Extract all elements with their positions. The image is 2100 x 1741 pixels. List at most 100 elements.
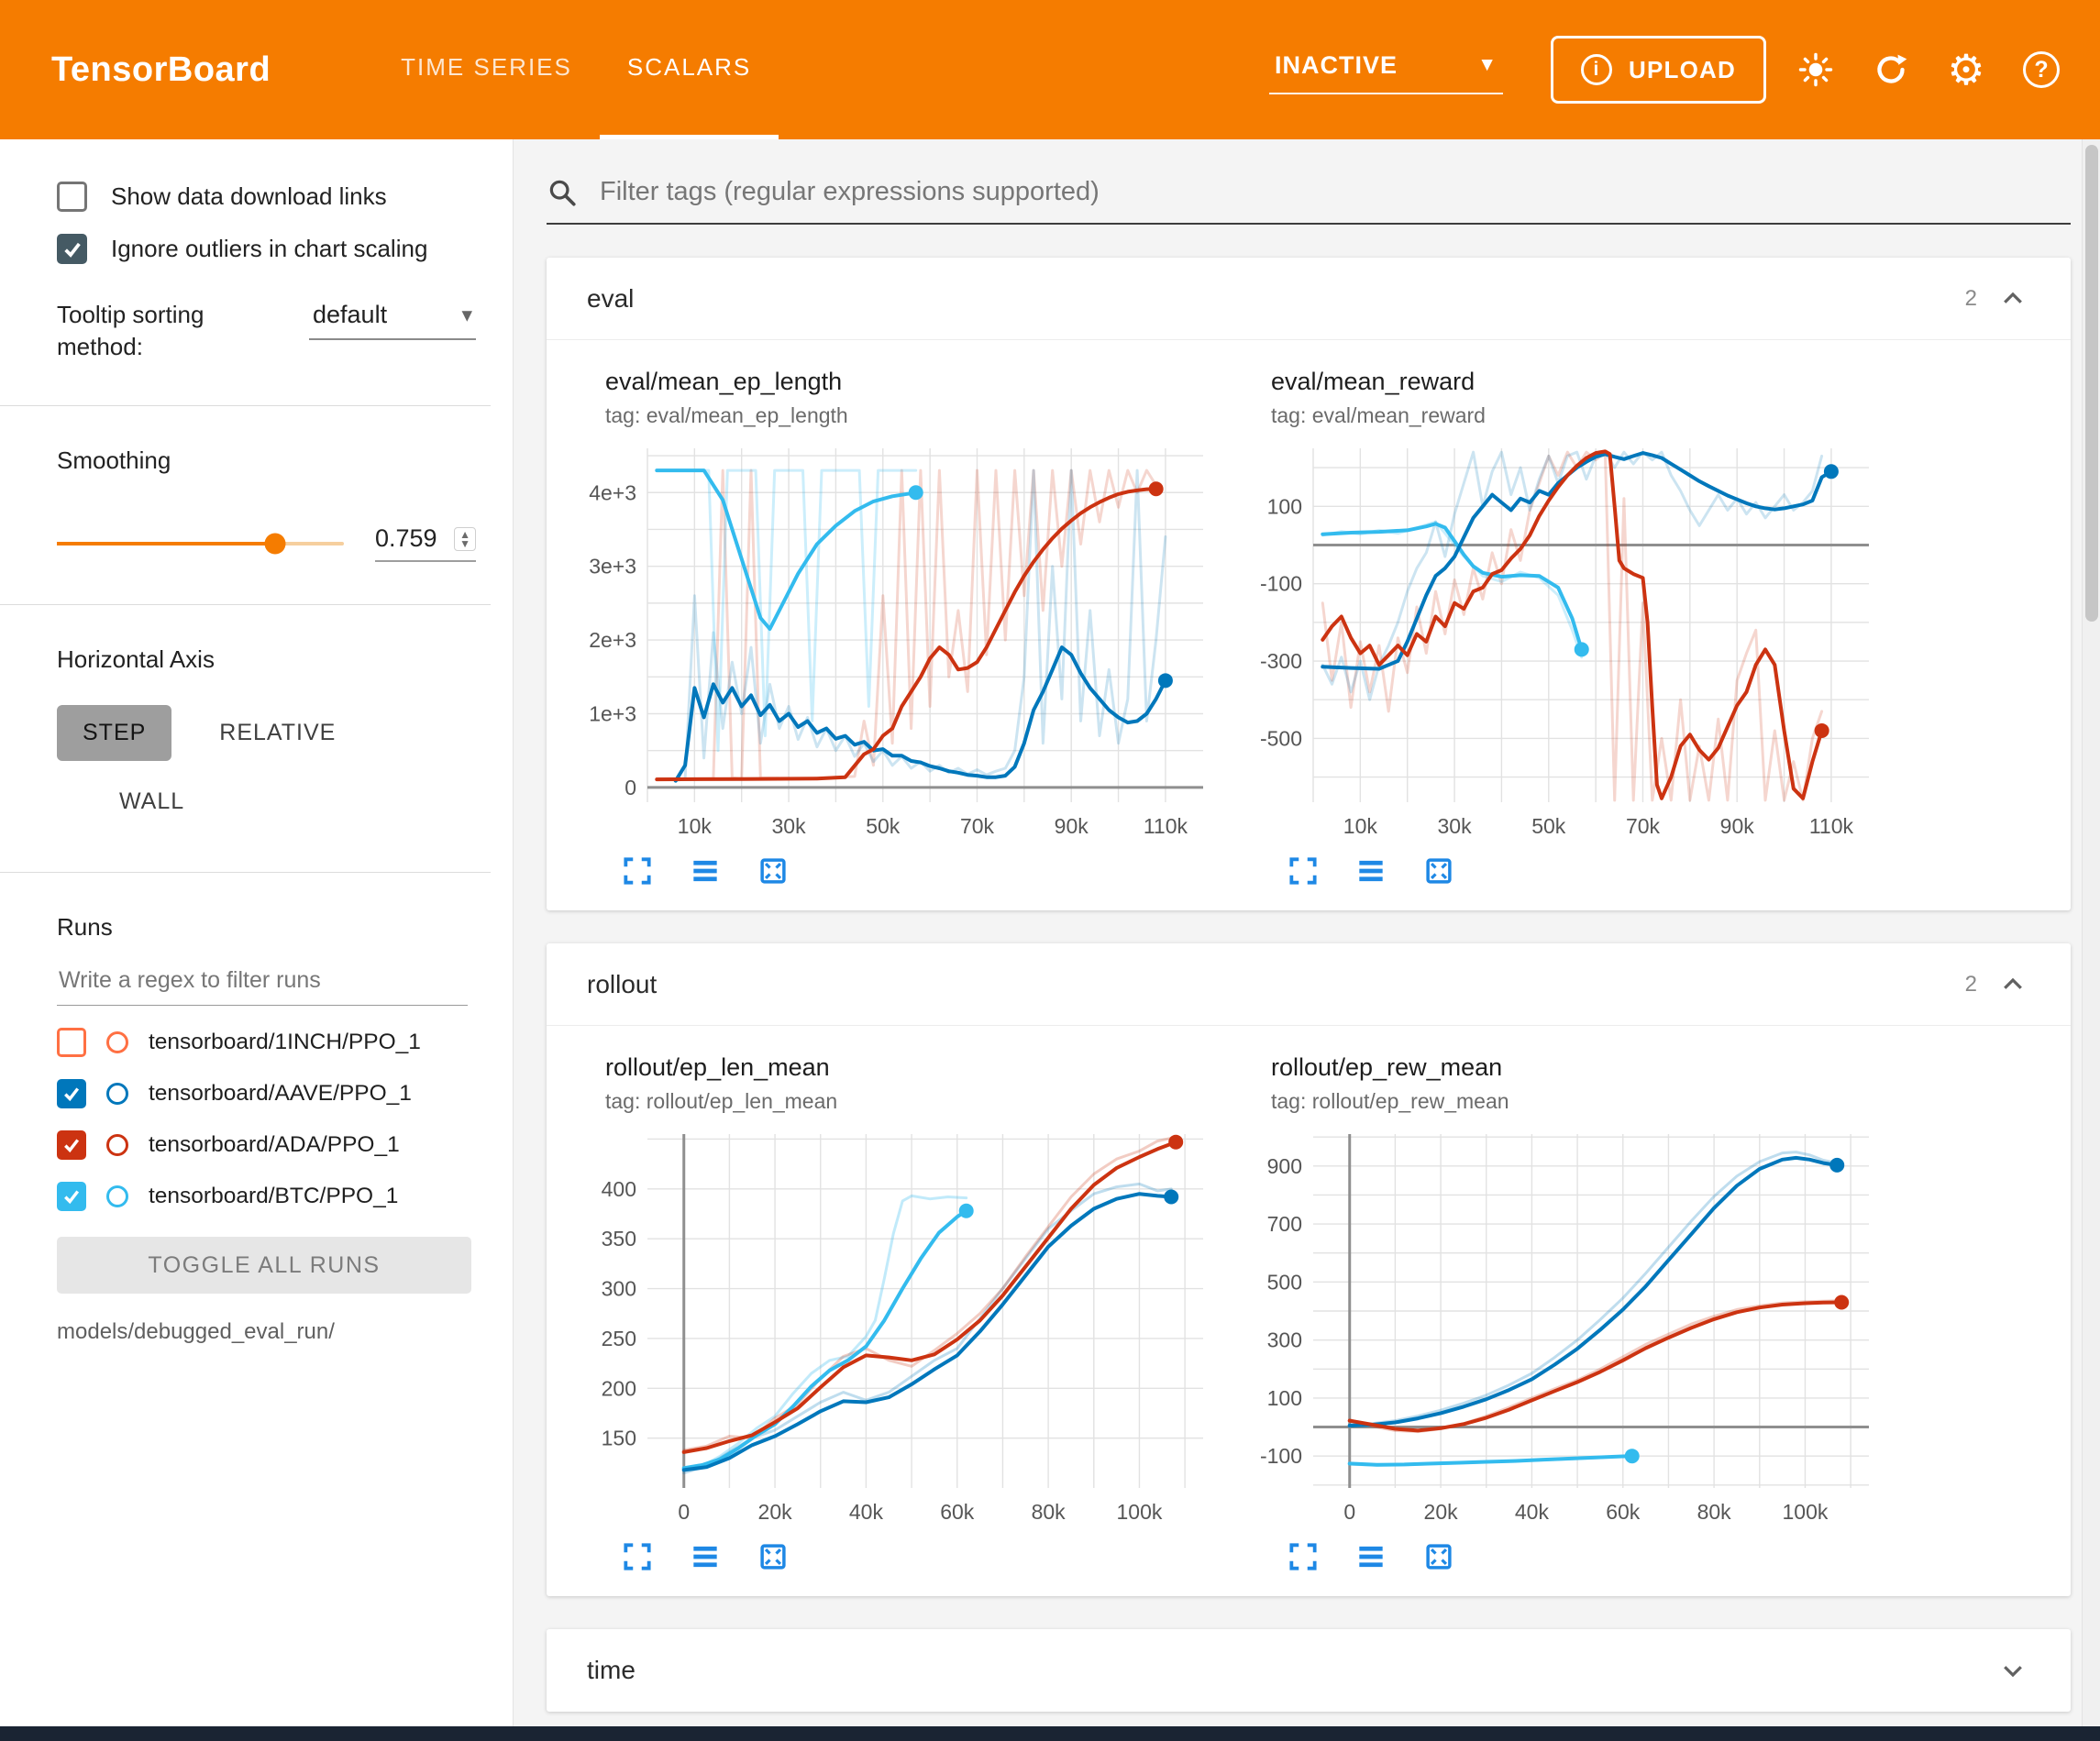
tab-scalars[interactable]: SCALARS: [600, 0, 779, 139]
svg-text:40k: 40k: [849, 1500, 884, 1524]
line-chart[interactable]: 10k30k50k70k90k110k100-100-300-500: [1232, 437, 1874, 852]
svg-text:-100: -100: [1260, 572, 1302, 596]
data-table-icon[interactable]: [688, 1539, 723, 1574]
run-checkbox-icon[interactable]: [57, 1028, 86, 1057]
svg-text:700: 700: [1267, 1212, 1302, 1236]
svg-text:70k: 70k: [1626, 814, 1661, 838]
checkbox-icon: [57, 234, 87, 264]
fit-domain-icon[interactable]: [1421, 854, 1456, 888]
svg-text:100: 100: [1267, 1386, 1302, 1410]
header-actions: INACTIVE ▼ i UPLOAD: [1269, 36, 2067, 104]
horizontal-axis-heading: Horizontal Axis: [57, 645, 476, 674]
help-icon[interactable]: ?: [2016, 44, 2067, 95]
fit-domain-icon[interactable]: [1421, 1539, 1456, 1574]
divider: [0, 872, 491, 873]
svg-text:30k: 30k: [1438, 814, 1473, 838]
svg-text:150: 150: [602, 1427, 636, 1450]
vertical-scrollbar[interactable]: [2082, 139, 2100, 1726]
run-checkbox-icon[interactable]: [57, 1182, 86, 1211]
fit-domain-icon[interactable]: [756, 1539, 790, 1574]
chart-toolbar: [620, 854, 1218, 888]
svg-text:60k: 60k: [1606, 1500, 1641, 1524]
chart-card: eval/mean_ep_length tag: eval/mean_ep_le…: [567, 368, 1218, 888]
toggle-all-runs-button[interactable]: TOGGLE ALL RUNS: [57, 1237, 471, 1294]
chart-toolbar: [1286, 854, 1884, 888]
line-chart[interactable]: 10k30k50k70k90k110k01e+32e+33e+34e+3: [567, 437, 1209, 852]
run-checkbox-icon[interactable]: [57, 1130, 86, 1160]
fullscreen-icon[interactable]: [1286, 854, 1321, 888]
collapse-chevron-up-icon[interactable]: [1995, 967, 2030, 1002]
fit-domain-icon[interactable]: [756, 854, 790, 888]
svg-text:-100: -100: [1260, 1444, 1302, 1468]
tooltip-sorting-value: default: [313, 301, 387, 329]
collapse-chevron-up-icon[interactable]: [1995, 281, 2030, 316]
scrollbar-thumb[interactable]: [2085, 145, 2098, 622]
chart-card: eval/mean_reward tag: eval/mean_reward 1…: [1232, 368, 1884, 888]
tag-filter-input[interactable]: [598, 176, 2071, 208]
svg-text:90k: 90k: [1055, 814, 1089, 838]
smoothing-slider-handle[interactable]: [264, 533, 285, 554]
line-chart[interactable]: 020k40k60k80k100k-100100300500700900: [1232, 1123, 1874, 1537]
axis-relative-button[interactable]: RELATIVE: [193, 705, 361, 761]
settings-gear-icon[interactable]: ⚙: [1940, 44, 1992, 95]
tag-group-card-time: time: [547, 1629, 2071, 1712]
svg-text:0: 0: [1343, 1500, 1355, 1524]
status-dropdown[interactable]: INACTIVE ▼: [1269, 46, 1503, 94]
run-row-btc[interactable]: tensorboard/BTC/PPO_1: [57, 1182, 476, 1211]
fullscreen-icon[interactable]: [620, 1539, 655, 1574]
settings-sidebar: Show data download links Ignore outliers…: [0, 139, 514, 1726]
axis-wall-button[interactable]: WALL: [94, 774, 210, 830]
run-checkbox-icon[interactable]: [57, 1079, 86, 1108]
chart-count-badge: 2: [1965, 286, 1977, 312]
expand-chevron-down-icon[interactable]: [1995, 1653, 2030, 1688]
run-row-1inch[interactable]: tensorboard/1INCH/PPO_1: [57, 1028, 476, 1057]
data-table-icon[interactable]: [1354, 854, 1388, 888]
data-table-icon[interactable]: [1354, 1539, 1388, 1574]
tensorboard-app: TensorBoard TIME SERIES SCALARS INACTIVE…: [0, 0, 2100, 1741]
number-stepper[interactable]: ▲ ▼: [454, 527, 476, 551]
info-icon: i: [1581, 54, 1612, 85]
svg-text:500: 500: [1267, 1270, 1302, 1294]
run-row-ada[interactable]: tensorboard/ADA/PPO_1: [57, 1130, 476, 1160]
refresh-icon[interactable]: [1865, 44, 1917, 95]
smoothing-value-box[interactable]: 0.759 ▲ ▼: [375, 524, 476, 562]
axis-step-button[interactable]: STEP: [57, 705, 171, 761]
fullscreen-icon[interactable]: [620, 854, 655, 888]
card-header[interactable]: eval 2: [547, 258, 2071, 340]
run-label: tensorboard/AAVE/PPO_1: [149, 1081, 412, 1107]
chart-title: eval/mean_ep_length: [605, 368, 1218, 396]
tooltip-sorting-select[interactable]: default ▾: [309, 299, 476, 340]
svg-text:100k: 100k: [1117, 1500, 1163, 1524]
chart-toolbar: [1286, 1539, 1884, 1574]
show-download-links-checkbox[interactable]: Show data download links: [57, 182, 476, 212]
svg-text:300: 300: [602, 1277, 636, 1301]
svg-text:300: 300: [1267, 1328, 1302, 1352]
main-tabs: TIME SERIES SCALARS: [373, 0, 779, 139]
ignore-outliers-checkbox[interactable]: Ignore outliers in chart scaling: [57, 234, 476, 264]
svg-text:4e+3: 4e+3: [589, 480, 636, 504]
chart-title: rollout/ep_len_mean: [605, 1053, 1218, 1082]
chevron-down-icon: ▾: [461, 303, 472, 327]
chart-tag: tag: eval/mean_ep_length: [605, 403, 1218, 428]
card-header[interactable]: time: [547, 1629, 2071, 1712]
run-row-aave[interactable]: tensorboard/AAVE/PPO_1: [57, 1079, 476, 1108]
svg-text:110k: 110k: [1809, 814, 1854, 838]
upload-button[interactable]: i UPLOAD: [1551, 36, 1766, 104]
runs-logdir-path: models/debugged_eval_run/: [57, 1319, 476, 1345]
smoothing-slider[interactable]: [57, 542, 344, 545]
runs-filter-input[interactable]: [57, 962, 468, 1006]
line-chart[interactable]: 020k40k60k80k100k150200250300350400: [567, 1123, 1209, 1537]
svg-text:1e+3: 1e+3: [589, 702, 636, 726]
data-table-icon[interactable]: [688, 854, 723, 888]
svg-text:200: 200: [602, 1376, 636, 1400]
chart-toolbar: [620, 1539, 1218, 1574]
card-title: time: [587, 1656, 636, 1685]
stepper-down-icon[interactable]: ▼: [459, 539, 470, 548]
svg-text:80k: 80k: [1032, 1500, 1067, 1524]
tab-time-series[interactable]: TIME SERIES: [373, 0, 600, 139]
brightness-icon[interactable]: [1790, 44, 1841, 95]
chart-card: rollout/ep_rew_mean tag: rollout/ep_rew_…: [1232, 1053, 1884, 1574]
card-header[interactable]: rollout 2: [547, 943, 2071, 1026]
bottom-edge-bar: [0, 1726, 2100, 1741]
fullscreen-icon[interactable]: [1286, 1539, 1321, 1574]
